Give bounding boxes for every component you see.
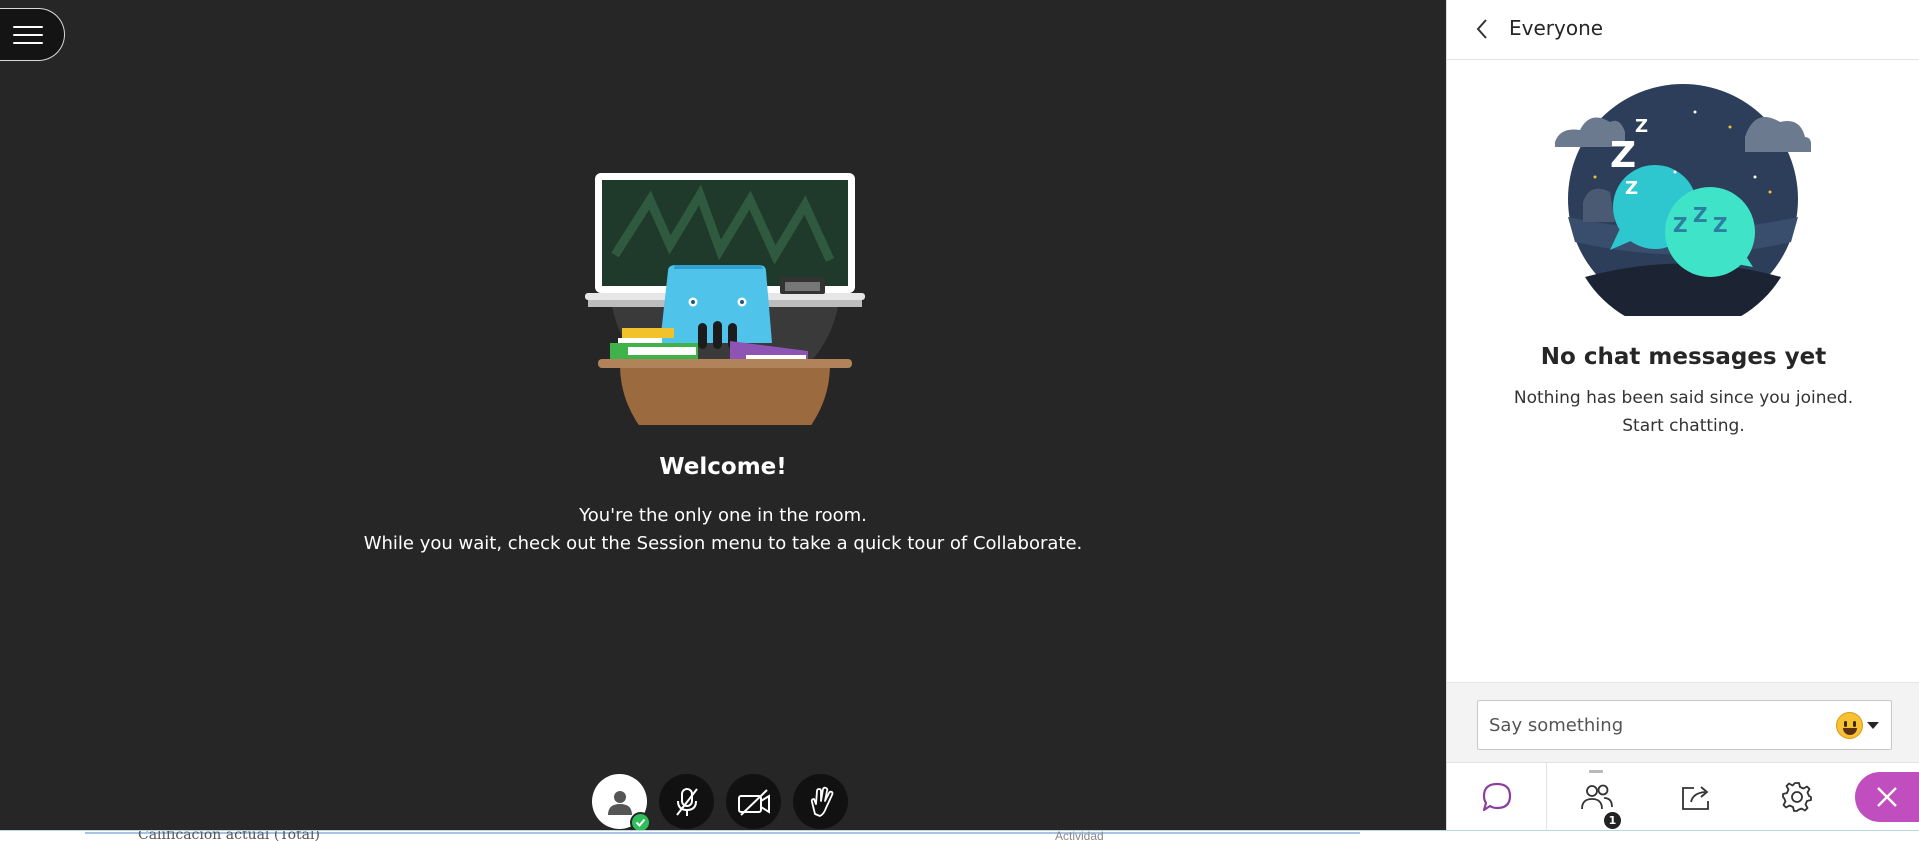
close-panel-button[interactable] [1855,772,1919,822]
empty-chat-message-line-1: Nothing has been said since you joined. [1513,388,1854,408]
welcome-message-line-1: You're the only one in the room. [579,505,867,526]
session-stage: Welcome! You're the only one in the room… [0,0,1446,833]
tab-chat[interactable] [1447,763,1547,831]
empty-chat-message-line-2: Start chatting. [1622,416,1745,436]
back-button[interactable] [1469,14,1495,44]
gear-icon [1782,782,1812,812]
camera-toggle-button[interactable] [726,774,781,829]
svg-text:Z: Z [1625,178,1638,199]
session-menu-button[interactable] [0,8,65,61]
collaborate-app: Welcome! You're the only one in the room… [0,0,1919,833]
close-icon [1877,787,1897,807]
session-controls [592,774,848,833]
chat-bubble-icon [1482,782,1511,812]
smiley-icon [1836,712,1863,739]
drag-handle[interactable] [1589,770,1603,773]
composer-area [1447,682,1919,762]
chevron-left-icon [1476,19,1487,39]
background-page-text: Calificación actual (Total) [138,830,320,841]
panel-header: Everyone [1447,0,1919,60]
tab-share-content[interactable] [1647,763,1747,831]
empty-chat-title: No chat messages yet [1540,344,1827,370]
mic-off-icon [675,787,698,816]
people-icon [1581,784,1613,810]
emoji-picker-button[interactable] [1836,712,1879,739]
panel-tabbar: 1 [1447,762,1919,831]
chat-message-input[interactable] [1478,701,1818,749]
svg-text:Z: Z [1635,116,1648,137]
svg-text:Z: Z [1673,213,1688,237]
chevron-down-icon [1867,722,1879,729]
classroom-illustration [585,173,865,425]
raise-hand-button[interactable] [793,774,848,829]
microphone-toggle-button[interactable] [659,774,714,829]
share-icon [1682,786,1709,810]
svg-text:Z: Z [1713,213,1728,237]
chat-composer [1477,700,1892,750]
svg-text:Z: Z [1610,135,1636,176]
welcome-message-line-2: While you wait, check out the Session me… [363,533,1083,554]
camera-off-icon [737,788,770,816]
hand-icon [810,786,833,817]
chat-panel: Everyone Z Z Z Z Z Z No chat messages ye… [1446,0,1919,831]
panel-title: Everyone [1509,16,1604,40]
my-status-button[interactable] [592,774,651,833]
attendee-count-badge: 1 [1603,811,1622,830]
welcome-title: Welcome! [659,454,787,480]
sleeping-chat-illustration: Z Z Z Z Z Z [1555,84,1811,316]
background-page-text: Actividad [1055,830,1104,841]
tab-settings[interactable] [1747,763,1847,831]
hamburger-icon [13,25,43,44]
tab-attendees[interactable]: 1 [1547,763,1647,831]
background-page-strip: Calificación actual (Total) Actividad [0,830,1919,841]
user-icon [607,790,632,815]
svg-text:Z: Z [1693,203,1708,227]
